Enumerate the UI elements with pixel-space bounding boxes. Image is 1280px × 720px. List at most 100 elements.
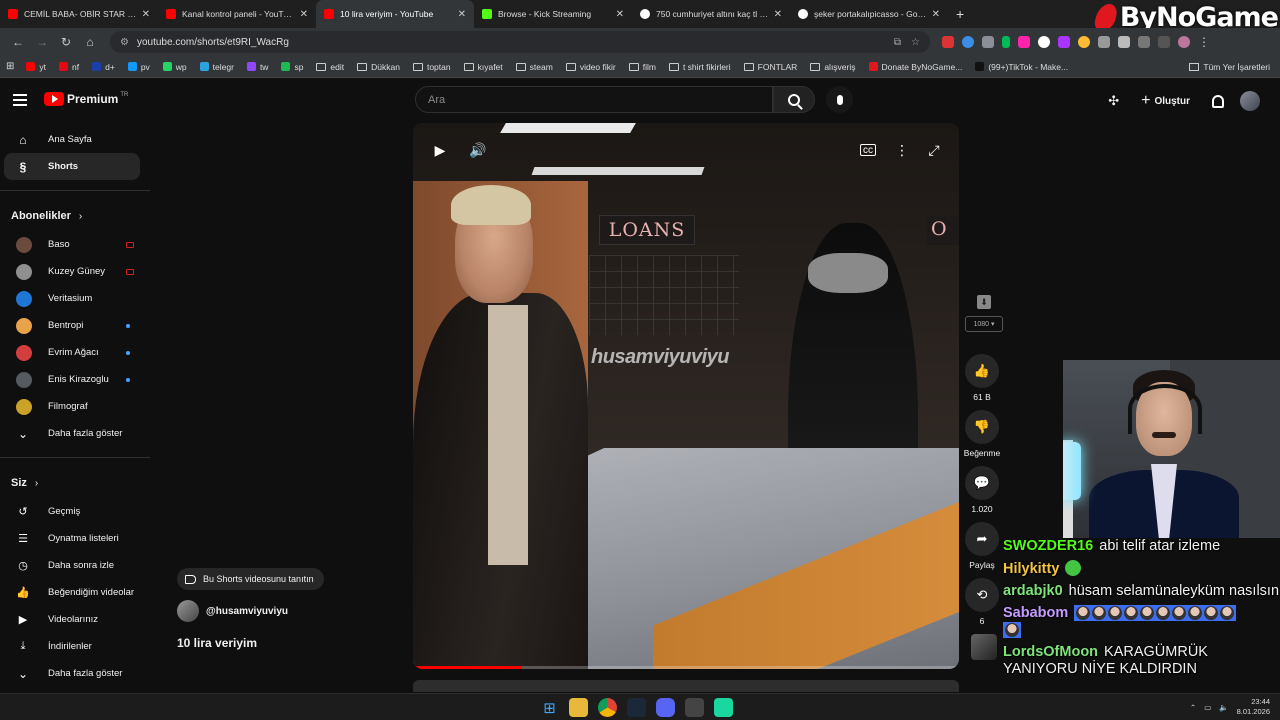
download-icon[interactable]: ⬇ [977,295,991,309]
profile-avatar-icon[interactable] [1178,36,1190,48]
bookmark-item[interactable]: sp [281,62,303,72]
bookmark-item[interactable]: wp [162,62,187,72]
tray-chevron-icon[interactable]: ⌃ [1190,703,1196,712]
sidebar-item-liked-videos[interactable]: 👍 Beğendiğim videolar [4,579,140,606]
sidebar-item-playlists[interactable]: ☰ Oynatma listeleri [4,525,140,552]
browser-tab[interactable]: Kanal kontrol paneli - YouTube ✕ [158,0,316,28]
browser-tab[interactable]: CEMİL BABA- OBİR STAR -CAN ✕ [0,0,158,28]
voice-search-button[interactable] [826,86,853,113]
bookmark-item[interactable]: telegr [199,62,234,72]
account-avatar[interactable] [1240,91,1260,111]
search-input[interactable]: Ara [415,86,773,113]
channel-handle[interactable]: @husamviyuviyu [206,606,288,617]
home-button[interactable]: ⌂ [78,35,102,49]
bookmark-item[interactable]: tw [246,62,268,72]
bookmark-item[interactable]: kıyafet [463,62,503,72]
sidebar-item-home[interactable]: ⌂ Ana Sayfa [4,126,140,153]
subscriptions-heading[interactable]: Abonelikler › [0,201,150,231]
bookmark-item[interactable]: Donate ByNoGame... [868,62,962,72]
promote-short-button[interactable]: Bu Shorts videosunu tanıtın [177,568,324,590]
youtube-premium-logo[interactable]: Premium TR [44,92,128,106]
extensions-puzzle-icon[interactable] [1138,36,1150,48]
thumbs-up-icon[interactable]: 👍 [965,354,999,388]
subscription-item[interactable]: Veritasium [4,285,140,312]
steam-icon[interactable] [627,698,646,717]
share-icon[interactable]: ➦ [965,522,999,556]
forward-button[interactable]: → [30,35,54,49]
search-button[interactable] [773,86,815,113]
bookmark-item[interactable]: yt [26,62,46,72]
browser-tab[interactable]: şeker portakalıpicasso - Google ✕ [790,0,948,28]
network-icon[interactable]: ▭ [1204,703,1211,712]
show-more-subscriptions[interactable]: ⌄ Daha fazla göster [4,420,140,447]
comments-action[interactable]: 💬 1.020 [962,466,1002,514]
cast-icon[interactable]: ✣ [1108,93,1119,109]
apps-grid-icon[interactable]: ⊞ [6,61,14,72]
volume-icon[interactable]: 🔈 [1219,703,1228,712]
share-action[interactable]: ➦ Paylaş [962,522,1002,570]
bookmark-item[interactable]: video fikir [565,62,616,72]
discord-icon[interactable] [656,698,675,717]
quality-select[interactable]: 1080 ▾ [965,316,1003,332]
sidebar-item-watch-later[interactable]: ◷ Daha sonra izle [4,552,140,579]
captions-button[interactable]: cc [860,144,876,156]
extension-icon[interactable] [1118,36,1130,48]
bookmark-item[interactable]: pv [127,62,150,72]
file-explorer-icon[interactable] [569,698,588,717]
close-tab-icon[interactable]: ✕ [932,9,940,20]
reading-list-icon[interactable] [1158,36,1170,48]
chrome-icon[interactable] [598,698,617,717]
play-button[interactable]: ▶ [430,140,450,160]
address-bar[interactable]: ⚙ youtube.com/shorts/et9RI_WacRg ⧉ ☆ [110,31,930,53]
audio-source-thumbnail[interactable] [971,634,997,660]
bookmark-item[interactable]: toptan [412,62,451,72]
browser-tab[interactable]: 10 lira veriyim - YouTube ✕ [316,0,474,28]
sidebar-item-your-videos[interactable]: ▶ Videolarınız [4,606,140,633]
site-info-icon[interactable]: ⚙ [120,37,129,48]
subscription-item[interactable]: Enis Kirazoglu [4,366,140,393]
bookmark-item[interactable]: nf [59,62,79,72]
you-heading[interactable]: Siz › [0,468,150,498]
bookmark-item[interactable]: alışveriş [810,62,856,72]
close-tab-icon[interactable]: ✕ [774,9,782,20]
remix-action[interactable]: ⟲ 6 [962,578,1002,626]
like-action[interactable]: 👍 61 B [962,354,1002,402]
bookmark-star-icon[interactable]: ☆ [911,37,920,48]
extension-icon[interactable] [1018,36,1030,48]
subscription-item[interactable]: Evrim Ağacı [4,339,140,366]
browser-tab[interactable]: Browse - Kick Streaming ✕ [474,0,632,28]
clock[interactable]: 23:44 8.01.2026 [1237,697,1270,717]
close-tab-icon[interactable]: ✕ [300,9,308,20]
adblock-extension-icon[interactable] [942,36,954,48]
channel-link[interactable]: @husamviyuviyu [177,600,288,622]
thumbs-down-icon[interactable]: 👎 [965,410,999,444]
bookmark-item[interactable]: t shirt fikirleri [668,62,731,72]
bookmark-item[interactable]: steam [515,62,553,72]
streaming-app-icon[interactable] [714,698,733,717]
browser-menu-icon[interactable]: ⋮ [1198,35,1210,49]
sidebar-item-history[interactable]: ↺ Geçmiş [4,498,140,525]
extension-icon[interactable] [982,36,994,48]
close-tab-icon[interactable]: ✕ [458,9,466,20]
video-progress-bar[interactable] [413,666,959,669]
bookmark-item[interactable]: Dükkan [357,62,400,72]
bookmark-item[interactable]: d+ [92,62,115,72]
extension-icon[interactable] [1002,36,1010,48]
extension-icon[interactable] [962,36,974,48]
next-short-preview[interactable] [413,680,959,692]
bookmark-item[interactable]: FONTLAR [743,62,797,72]
extension-icon[interactable] [1098,36,1110,48]
menu-hamburger-icon[interactable] [13,94,27,106]
browser-tab[interactable]: 750 cumhuriyet altını kaç tl - G ✕ [632,0,790,28]
extension-icon[interactable] [1078,36,1090,48]
install-icon[interactable]: ⧉ [894,37,901,48]
reload-button[interactable]: ↻ [54,35,78,49]
shorts-video-player[interactable]: LOANS O husamviyuviyu ▶ 🔊 cc ⋮ ⤢ [413,123,959,669]
create-button[interactable]: + Oluştur [1135,88,1196,114]
fullscreen-button[interactable]: ⤢ [924,140,944,160]
notifications-bell-icon[interactable] [1212,94,1224,108]
bookmark-item[interactable]: edit [316,62,344,72]
sidebar-item-shorts[interactable]: § Shorts [4,153,140,180]
show-more-you[interactable]: ⌄ Daha fazla göster [4,660,140,687]
subscription-item[interactable]: Bentropi [4,312,140,339]
